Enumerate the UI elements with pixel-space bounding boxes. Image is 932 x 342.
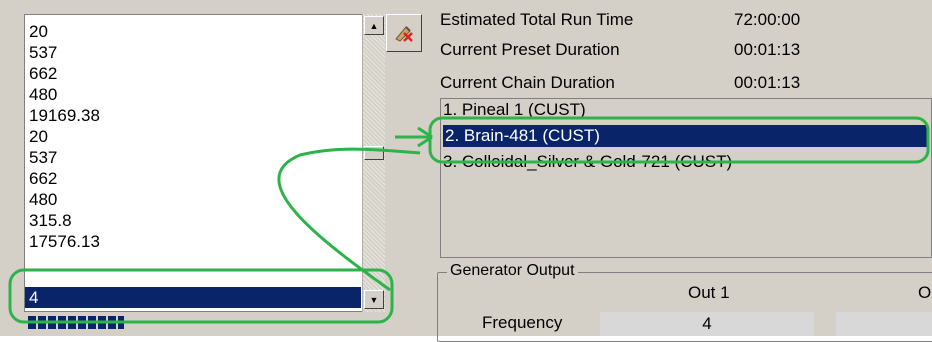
preset-duration-value: 00:01:13 bbox=[734, 40, 801, 59]
column-header-out1: Out 1 bbox=[688, 283, 730, 302]
list-item[interactable]: 480 bbox=[29, 189, 57, 210]
list-item-selected[interactable]: 4 bbox=[25, 287, 361, 308]
estimated-total-value: 72:00:00 bbox=[734, 10, 801, 29]
arrow-up-icon: ▲ bbox=[369, 20, 379, 31]
frequency-out2-field bbox=[836, 312, 932, 336]
left-panel: 20 537 662 480 19169.38 20 537 662 480 3… bbox=[0, 0, 425, 336]
list-item[interactable]: 662 bbox=[29, 168, 57, 189]
frequency-out1-field: 4 bbox=[600, 312, 814, 336]
progress-bar bbox=[28, 316, 124, 329]
list-item[interactable]: 315.8 bbox=[29, 210, 72, 231]
scroll-thumb[interactable] bbox=[364, 146, 384, 160]
chain-duration-value: 00:01:13 bbox=[734, 73, 801, 92]
chain-item[interactable]: 3. Colloidal_Silver & Gold-721 (CUST) bbox=[443, 151, 732, 173]
estimated-total-label: Estimated Total Run Time bbox=[440, 10, 634, 29]
list-item[interactable]: 20 bbox=[29, 126, 48, 147]
delete-button[interactable] bbox=[386, 14, 422, 52]
list-item[interactable]: 20 bbox=[29, 21, 48, 42]
program-chain-list[interactable]: 1. Pineal 1 (CUST) 2. Brain-481 (CUST) 3… bbox=[440, 98, 932, 258]
list-item[interactable]: 19169.38 bbox=[29, 105, 100, 126]
list-item[interactable]: 17576.13 bbox=[29, 231, 100, 252]
generator-output-title: Generator Output bbox=[447, 262, 578, 280]
column-header-out2: O bbox=[918, 283, 932, 302]
list-item[interactable]: 537 bbox=[29, 42, 57, 63]
chain-item[interactable]: 1. Pineal 1 (CUST) bbox=[443, 99, 586, 121]
preset-duration-label: Current Preset Duration bbox=[440, 40, 620, 59]
scroll-up-button[interactable]: ▲ bbox=[364, 16, 384, 35]
delete-icon bbox=[395, 26, 413, 42]
list-item[interactable]: 480 bbox=[29, 84, 57, 105]
vertical-scrollbar[interactable]: ▲ ▼ bbox=[362, 14, 385, 312]
chain-item-selected[interactable]: 2. Brain-481 (CUST) bbox=[443, 125, 927, 147]
chain-duration-label: Current Chain Duration bbox=[440, 73, 615, 92]
frequency-list[interactable]: 20 537 662 480 19169.38 20 537 662 480 3… bbox=[24, 14, 384, 312]
scroll-down-button[interactable]: ▼ bbox=[364, 290, 384, 309]
list-item[interactable]: 662 bbox=[29, 63, 57, 84]
frequency-label: Frequency bbox=[482, 313, 563, 332]
list-item[interactable]: 537 bbox=[29, 147, 57, 168]
arrow-down-icon: ▼ bbox=[369, 294, 379, 305]
